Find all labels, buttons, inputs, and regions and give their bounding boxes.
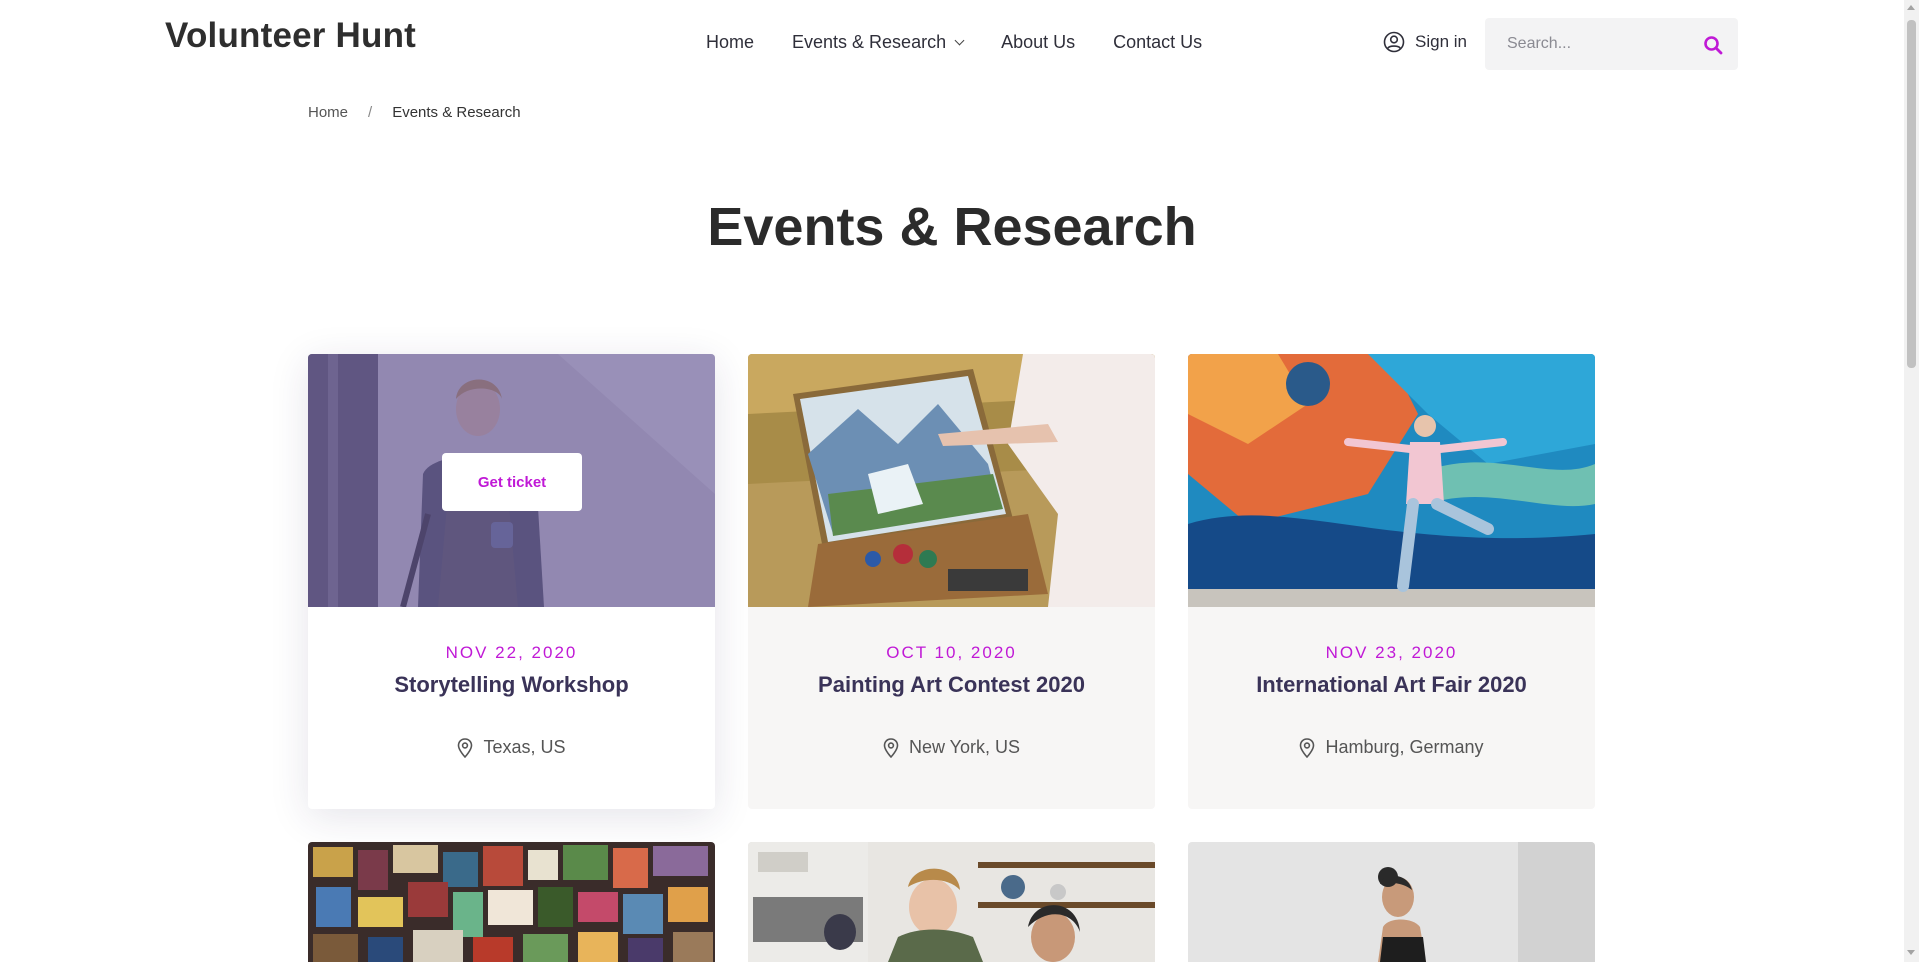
map-pin-icon bbox=[1300, 737, 1315, 758]
scroll-up-arrow-icon[interactable] bbox=[1907, 5, 1915, 10]
nav-home-label: Home bbox=[706, 32, 755, 52]
map-pin-icon bbox=[458, 737, 473, 758]
breadcrumb-home[interactable]: Home bbox=[308, 104, 348, 121]
page-title: Events & Research bbox=[707, 197, 1197, 257]
site-logo[interactable]: Volunteer Hunt bbox=[165, 16, 416, 56]
page-scrollbar[interactable] bbox=[1904, 0, 1919, 962]
chevron-down-icon bbox=[954, 35, 965, 46]
event-card-image[interactable] bbox=[1188, 842, 1595, 962]
event-location-label: Hamburg, Germany bbox=[1325, 737, 1484, 757]
event-card[interactable]: OCT 10, 2020 Painting Art Contest 2020 N… bbox=[748, 354, 1155, 809]
event-image-painting bbox=[748, 354, 1155, 607]
map-pin-icon bbox=[883, 737, 899, 758]
site-header: Volunteer Hunt Home Events & Research Ab… bbox=[0, 0, 1904, 86]
event-location: New York, US bbox=[748, 737, 1155, 758]
scroll-down-arrow-icon[interactable] bbox=[1907, 950, 1915, 955]
nav-about-label: About Us bbox=[1001, 32, 1076, 52]
event-location-label: New York, US bbox=[908, 737, 1021, 757]
event-date: NOV 22, 2020 bbox=[445, 643, 578, 662]
search-input[interactable] bbox=[1507, 18, 1687, 70]
breadcrumb-separator: / bbox=[368, 104, 373, 121]
nav-events-label: Events & Research bbox=[792, 32, 947, 52]
event-title[interactable]: Painting Art Contest 2020 bbox=[748, 672, 1155, 698]
sign-in-label: Sign in bbox=[1415, 32, 1467, 51]
nav-contact-us[interactable]: Contact Us bbox=[1113, 32, 1202, 53]
get-ticket-button[interactable]: Get ticket bbox=[442, 453, 582, 511]
nav-about-us[interactable]: About Us bbox=[1001, 32, 1075, 53]
nav-events-research[interactable]: Events & Research bbox=[792, 32, 965, 53]
event-card-image[interactable] bbox=[748, 842, 1155, 962]
event-title[interactable]: International Art Fair 2020 bbox=[1188, 672, 1595, 698]
event-location: Texas, US bbox=[308, 737, 715, 758]
breadcrumb-current: Events & Research bbox=[392, 104, 521, 121]
main-nav: Home Events & Research About Us Contact … bbox=[706, 32, 1202, 53]
search-box bbox=[1485, 18, 1738, 70]
event-image-gallery bbox=[308, 842, 715, 962]
nav-home[interactable]: Home bbox=[706, 32, 754, 53]
sign-in-link[interactable]: Sign in bbox=[1383, 31, 1467, 53]
event-location-label: Texas, US bbox=[483, 737, 566, 757]
nav-contact-label: Contact Us bbox=[1113, 32, 1203, 52]
event-image-cooking bbox=[748, 842, 1155, 962]
event-image-art-fair bbox=[1188, 354, 1595, 607]
event-image-workshop: Get ticket bbox=[308, 354, 715, 607]
event-date: NOV 23, 2020 bbox=[1325, 643, 1458, 662]
user-circle-icon bbox=[1383, 31, 1405, 53]
event-date: OCT 10, 2020 bbox=[886, 643, 1017, 662]
search-icon[interactable] bbox=[1702, 34, 1724, 56]
breadcrumb: Home / Events & Research bbox=[308, 104, 521, 121]
event-location: Hamburg, Germany bbox=[1188, 737, 1595, 758]
event-image-yoga bbox=[1188, 842, 1595, 962]
event-card[interactable]: NOV 23, 2020 International Art Fair 2020… bbox=[1188, 354, 1595, 809]
scroll-thumb[interactable] bbox=[1907, 20, 1916, 368]
event-card-image[interactable] bbox=[308, 842, 715, 962]
event-title[interactable]: Storytelling Workshop bbox=[308, 672, 715, 698]
event-card[interactable]: Get ticket NOV 22, 2020 Storytelling Wor… bbox=[308, 354, 715, 809]
